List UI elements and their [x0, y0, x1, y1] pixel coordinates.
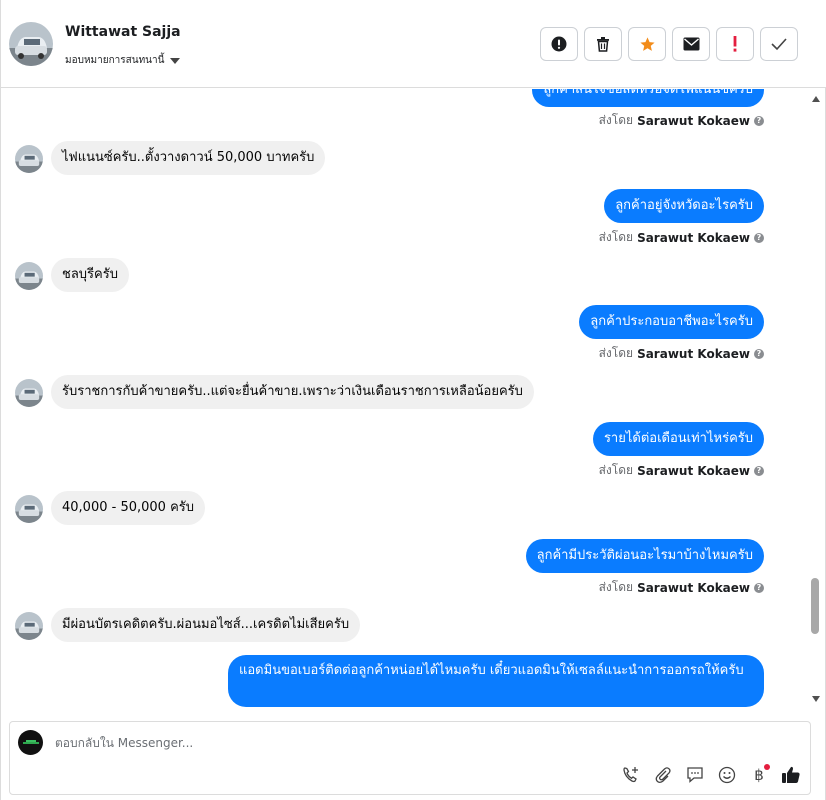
sent-by-label: ส่งโดย [598, 346, 634, 360]
mark-unread-button[interactable] [672, 27, 710, 61]
outgoing-message[interactable]: ลูกค้าประกอบอาชีพอะไรครับ [579, 305, 764, 339]
contact-avatar[interactable] [9, 22, 53, 66]
sent-by-line: ส่งโดย Sarawut Kokaew ? [599, 461, 764, 480]
baht-icon: ฿ [754, 766, 764, 784]
incoming-message[interactable]: ชลบุรีครับ [51, 258, 129, 292]
contact-avatar-small[interactable] [15, 612, 43, 640]
payment-button[interactable]: ฿ [748, 764, 770, 786]
mark-done-button[interactable] [760, 27, 798, 61]
incoming-message[interactable]: ไฟแนนซ์ครับ..ตั้งวางดาวน์ 50,000 บาทครับ [51, 141, 326, 175]
sender-name[interactable]: Sarawut Kokaew [637, 347, 750, 361]
attach-button[interactable] [652, 764, 674, 786]
notification-dot [764, 764, 770, 770]
sender-name[interactable]: Sarawut Kokaew [637, 114, 750, 128]
reply-composer: ฿ [9, 721, 811, 795]
scrollbar-thumb[interactable] [811, 578, 819, 634]
sent-by-line: ส่งโดย Sarawut Kokaew ? [599, 228, 764, 247]
caret-down-icon [170, 57, 181, 64]
outgoing-message[interactable]: ลูกค้ามีประวัติผ่อนอะไรมาบ้างไหมครับ [525, 539, 764, 573]
help-icon[interactable]: ? [754, 115, 764, 126]
sender-name[interactable]: Sarawut Kokaew [637, 464, 750, 478]
help-icon[interactable]: ? [754, 465, 764, 476]
mark-spam-button[interactable] [540, 27, 578, 61]
important-icon [733, 36, 737, 52]
composer-tools: ฿ [620, 764, 802, 786]
delete-button[interactable] [584, 27, 622, 61]
scroll-down-arrow-icon[interactable] [812, 696, 820, 702]
reply-input[interactable] [55, 733, 655, 753]
saved-replies-button[interactable] [684, 764, 706, 786]
assign-conversation-dropdown[interactable]: มอบหมายการสนทนานี้ [65, 53, 181, 68]
message-list[interactable]: ลูกค้าสนใจซื้อสดหรือจัดไฟแนนซ์ครับ ส่งโด… [1, 89, 811, 711]
star-icon [639, 36, 655, 51]
spam-icon [551, 36, 567, 52]
incoming-message[interactable]: มีผ่อนบัตรเคดิตครับ.ผ่อนมอไซส์...เครดิตไ… [51, 608, 361, 642]
outgoing-message[interactable]: รายได้ต่อเดือนเท่าไหร่ครับ [592, 422, 764, 456]
conversation-panel: Wittawat Sajja มอบหมายการสนทนานี้ ลูกค้า… [0, 0, 826, 800]
contact-avatar-small[interactable] [15, 495, 43, 523]
emoji-button[interactable] [716, 764, 738, 786]
help-icon[interactable]: ? [754, 232, 764, 243]
help-icon[interactable]: ? [754, 348, 764, 359]
scroll-up-arrow-icon[interactable] [812, 96, 820, 102]
header-actions [540, 27, 798, 61]
emoji-icon [718, 766, 736, 784]
sent-by-label: ส่งโดย [598, 463, 634, 477]
contact-name: Wittawat Sajja [65, 24, 181, 40]
saved-reply-icon [687, 767, 703, 783]
paperclip-icon [655, 767, 671, 784]
follow-up-button[interactable] [716, 27, 754, 61]
conversation-header: Wittawat Sajja มอบหมายการสนทนานี้ [1, 0, 826, 88]
contact-avatar-small[interactable] [15, 379, 43, 407]
sender-name[interactable]: Sarawut Kokaew [637, 231, 750, 245]
message-scrollbar[interactable] [807, 89, 825, 711]
sent-by-line: ส่งโดย Sarawut Kokaew ? [599, 111, 764, 130]
sent-by-label: ส่งโดย [598, 230, 634, 244]
sent-by-label: ส่งโดย [598, 580, 634, 594]
outgoing-message[interactable]: แอดมินขอเบอร์ติดต่อลูกค้าหน่อยได้ไหมครับ… [228, 655, 764, 707]
trash-icon [597, 37, 609, 52]
assign-label: มอบหมายการสนทนานี้ [65, 55, 165, 66]
sender-name[interactable]: Sarawut Kokaew [637, 581, 750, 595]
sent-by-label: ส่งโดย [598, 113, 634, 127]
outgoing-message[interactable]: ลูกค้าสนใจซื้อสดหรือจัดไฟแนนซ์ครับ [532, 89, 764, 107]
call-button[interactable] [620, 764, 642, 786]
help-icon[interactable]: ? [754, 582, 764, 593]
contact-avatar-small[interactable] [15, 262, 43, 290]
incoming-message[interactable]: รับราชการกับค้าขายครับ..แต่จะยื่นค้าขาย.… [51, 375, 534, 409]
call-add-icon [623, 767, 638, 783]
sent-by-line: ส่งโดย Sarawut Kokaew ? [599, 344, 764, 363]
mail-icon [683, 37, 699, 51]
like-icon [782, 766, 800, 783]
check-icon [771, 38, 787, 51]
contact-avatar-small[interactable] [15, 145, 43, 173]
like-button[interactable] [780, 764, 802, 786]
page-avatar [18, 730, 43, 755]
incoming-message[interactable]: 40,000 - 50,000 ครับ [51, 491, 205, 525]
outgoing-message[interactable]: ลูกค้าอยู่จังหวัดอะไรครับ [604, 189, 764, 223]
sent-by-line: ส่งโดย Sarawut Kokaew ? [599, 578, 764, 597]
star-button[interactable] [628, 27, 666, 61]
